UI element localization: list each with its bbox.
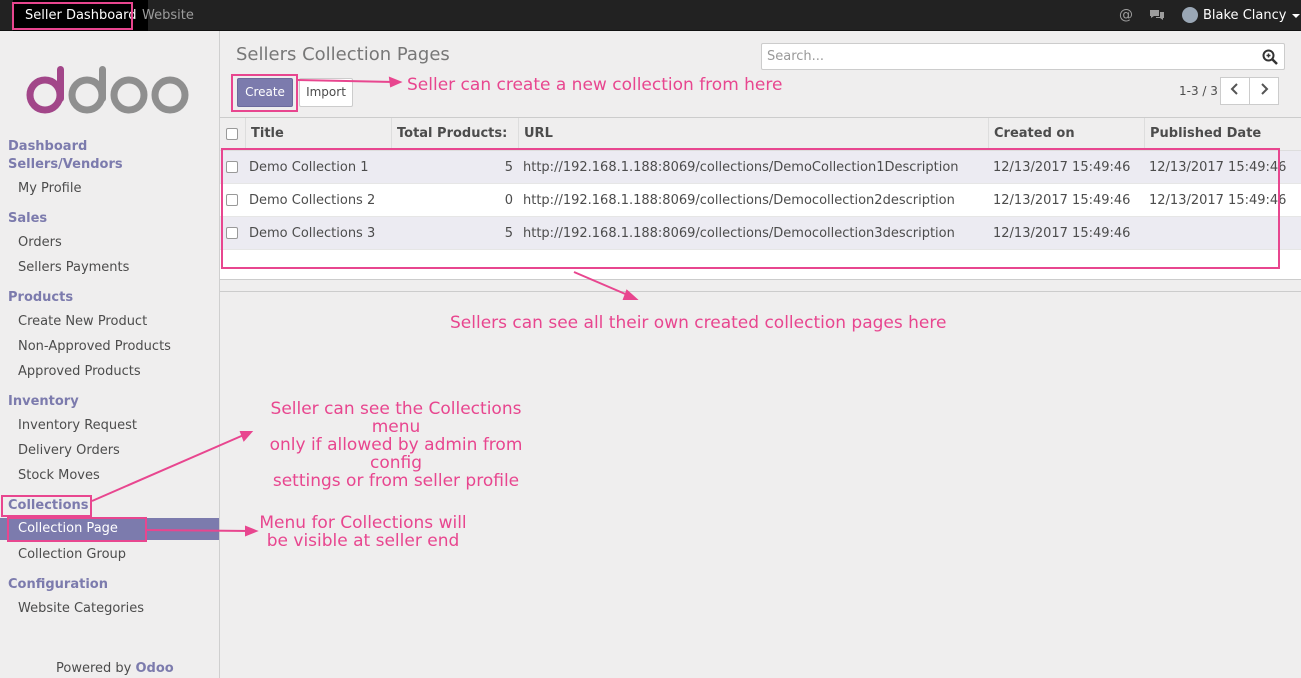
column-header-title[interactable]: Title: [245, 118, 391, 151]
sidebar-item-stock-moves[interactable]: Stock Moves: [18, 468, 100, 483]
sidebar-item-collection-group[interactable]: Collection Group: [18, 547, 126, 562]
highlight-seller-dashboard: [12, 2, 133, 30]
user-name: Blake Clancy: [1203, 8, 1287, 23]
tab-website[interactable]: Website: [130, 0, 206, 31]
mention-icon[interactable]: @: [1118, 7, 1134, 23]
chevron-right-icon: [1261, 83, 1269, 95]
pager-next-button[interactable]: [1249, 77, 1279, 105]
highlight-rows: [221, 148, 1280, 269]
highlight-collections: [1, 495, 92, 517]
sidebar-heading-configuration: Configuration: [8, 577, 108, 592]
odoo-logo: [26, 66, 189, 114]
highlight-create: [231, 74, 298, 112]
sidebar-item-non-approved-products[interactable]: Non-Approved Products: [18, 339, 171, 354]
column-header-created-on[interactable]: Created on: [988, 118, 1144, 151]
annotation-menu-visible: Menu for Collections will be visible at …: [259, 513, 467, 551]
search-input[interactable]: Search...: [761, 43, 1285, 70]
highlight-collection-page: [7, 517, 147, 542]
import-button[interactable]: Import: [299, 78, 353, 107]
avatar: [1182, 6, 1198, 23]
pager-value: 1-3 / 3: [1179, 84, 1218, 98]
chat-icon[interactable]: [1149, 7, 1165, 23]
sidebar-item-my-profile[interactable]: My Profile: [18, 181, 81, 196]
sidebar-item-orders[interactable]: Orders: [18, 235, 62, 250]
top-navbar: Seller Dashboard Website @ Blake Clancy: [0, 0, 1301, 31]
select-all-checkbox[interactable]: [226, 128, 238, 140]
sidebar-heading-sellers[interactable]: Sellers/Vendors: [8, 157, 123, 172]
sidebar-item-inventory-request[interactable]: Inventory Request: [18, 418, 137, 433]
sidebar-heading-products: Products: [8, 290, 74, 305]
chevron-left-icon: [1230, 83, 1238, 95]
sidebar-item-sellers-payments[interactable]: Sellers Payments: [18, 260, 129, 275]
odoo-link[interactable]: Odoo: [136, 661, 174, 676]
sidebar-heading-sales: Sales: [8, 211, 48, 226]
sidebar-heading-dashboard[interactable]: Dashboard: [8, 139, 87, 154]
annotation-list: Sellers can see all their own created co…: [450, 313, 947, 333]
table-divider: [220, 280, 1301, 292]
annotation-create: Seller can create a new collection from …: [407, 75, 783, 95]
annotation-collections-menu: Seller can see the Collections menu only…: [269, 399, 523, 491]
sidebar: Dashboard Sellers/Vendors My Profile Sal…: [0, 31, 220, 678]
search-placeholder: Search...: [767, 49, 825, 64]
page-title: Sellers Collection Pages: [236, 44, 450, 65]
sidebar-item-website-categories[interactable]: Website Categories: [18, 601, 144, 616]
sidebar-heading-inventory: Inventory: [8, 394, 79, 409]
table-header: Title Total Products: URL Created on Pub…: [220, 117, 1301, 151]
pager-previous-button[interactable]: [1220, 77, 1250, 105]
powered-by: Powered by Odoo: [56, 661, 174, 676]
user-menu[interactable]: Blake Clancy: [1182, 0, 1301, 31]
chevron-down-icon: [1292, 13, 1301, 18]
sidebar-item-create-new-product[interactable]: Create New Product: [18, 314, 147, 329]
column-header-published-date[interactable]: Published Date: [1144, 118, 1301, 151]
search-icon[interactable]: [1262, 49, 1278, 65]
column-header-url[interactable]: URL: [518, 118, 988, 151]
sidebar-item-delivery-orders[interactable]: Delivery Orders: [18, 443, 120, 458]
sidebar-item-approved-products[interactable]: Approved Products: [18, 364, 141, 379]
column-header-total-products[interactable]: Total Products:: [391, 118, 518, 151]
